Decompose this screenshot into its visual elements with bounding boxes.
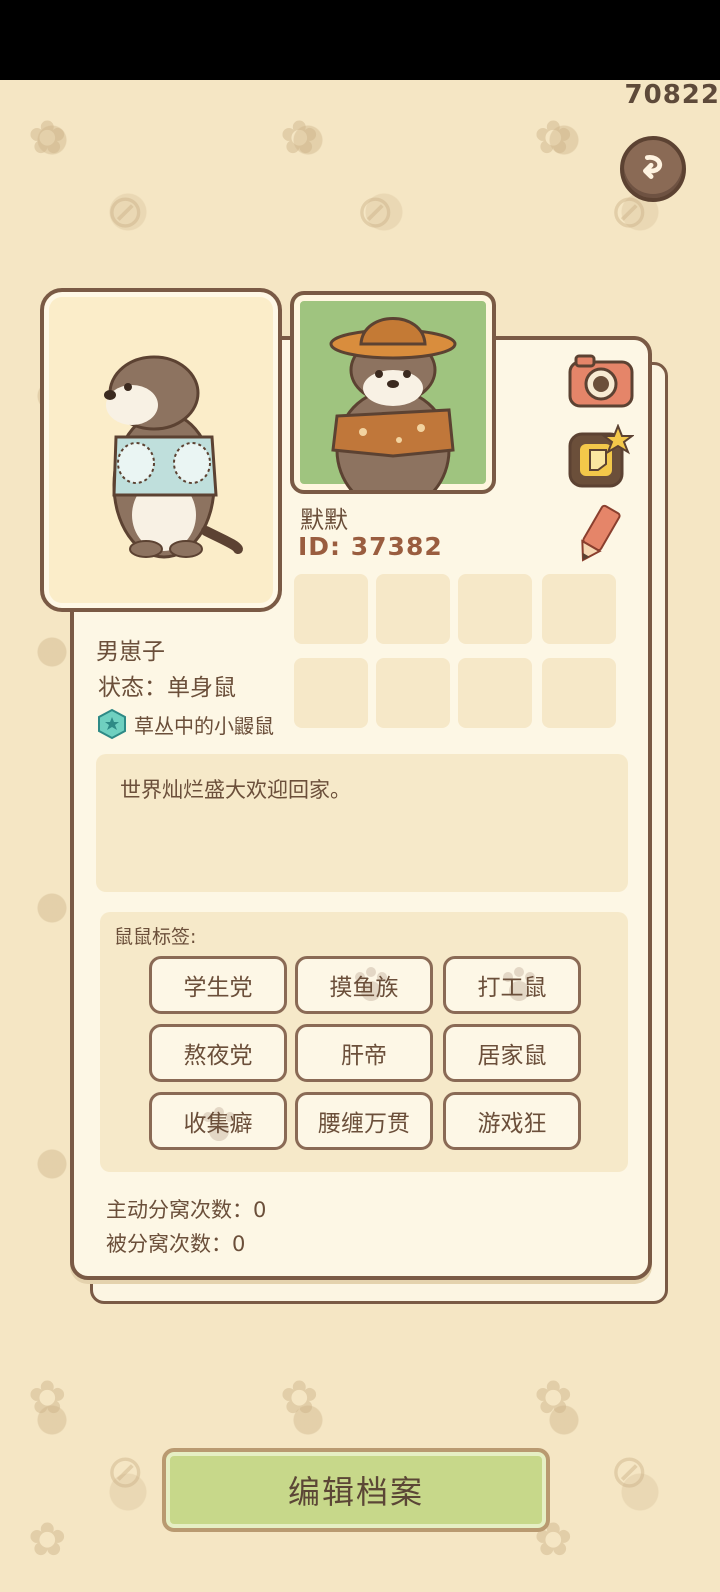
otter-avatar-icon xyxy=(104,355,243,559)
camera-button[interactable] xyxy=(566,350,636,410)
pencil-deco-icon: ⊘ xyxy=(610,1444,649,1498)
tags-title: 鼠鼠标签: xyxy=(114,926,197,948)
badge-slot[interactable] xyxy=(376,574,450,644)
tag-label: 收集癖 xyxy=(183,1111,253,1137)
signature-box: 世界灿烂盛大欢迎回家。 xyxy=(96,754,628,892)
gear-deco-icon: ✿ xyxy=(280,1370,319,1424)
pencil-deco-icon: ⊘ xyxy=(106,1444,145,1498)
otter-photo-icon xyxy=(329,317,457,490)
tag-button[interactable]: 肝帝 xyxy=(295,1024,433,1082)
tag-label: 居家鼠 xyxy=(477,1043,547,1069)
pencil-deco-icon: ⊘ xyxy=(356,184,395,238)
user-id: ID: 37382 xyxy=(298,532,443,561)
tag-button[interactable]: 打工鼠 xyxy=(443,956,581,1014)
tag-button[interactable]: 学生党 xyxy=(149,956,287,1014)
avatar xyxy=(40,288,282,612)
gear-deco-icon: ✿ xyxy=(280,110,319,164)
tag-button[interactable]: 熬夜党 xyxy=(149,1024,287,1082)
nickname: 默默 xyxy=(300,506,348,534)
title-badge: 草丛中的小鼹鼠 xyxy=(96,708,274,740)
tag-label: 肝帝 xyxy=(341,1043,387,1069)
badge-slot[interactable] xyxy=(542,658,616,728)
pencil-icon xyxy=(581,504,621,562)
sticker-icon xyxy=(568,423,635,488)
badge-slot[interactable] xyxy=(458,658,532,728)
relationship-status: 状态：单身鼠 xyxy=(98,675,236,701)
gear-deco-icon: ✿ xyxy=(28,110,67,164)
tag-label: 熬夜党 xyxy=(183,1043,253,1069)
profile-photo[interactable] xyxy=(290,291,496,494)
gender-label: 男崽子 xyxy=(96,639,165,665)
title-label: 草丛中的小鼹鼠 xyxy=(134,713,274,738)
sticker-button[interactable] xyxy=(566,423,635,490)
passive-split-count: 被分窝次数：0 xyxy=(106,1232,246,1256)
gear-deco-icon: ✿ xyxy=(534,110,573,164)
gem-icon xyxy=(98,708,126,740)
camera-icon xyxy=(568,354,634,408)
status-bar xyxy=(0,0,720,80)
score-counter: 70822 xyxy=(624,80,720,110)
badge-slot[interactable] xyxy=(458,574,532,644)
tag-button[interactable]: 居家鼠 xyxy=(443,1024,581,1082)
badge-slot[interactable] xyxy=(376,658,450,728)
badge-slot[interactable] xyxy=(542,574,616,644)
edit-profile-button[interactable]: 编辑档案 xyxy=(162,1448,550,1532)
tag-button[interactable]: 腰缠万贯 xyxy=(295,1092,433,1150)
edit-pencil-button[interactable] xyxy=(572,502,624,566)
back-button[interactable] xyxy=(620,136,686,202)
gear-deco-icon: ✿ xyxy=(534,1370,573,1424)
active-split-count: 主动分窝次数：0 xyxy=(106,1198,267,1222)
tag-button[interactable]: 游戏狂 xyxy=(443,1092,581,1150)
badge-slot[interactable] xyxy=(294,658,368,728)
tag-button[interactable]: 摸鱼族 xyxy=(295,956,433,1014)
gear-deco-icon: ✿ xyxy=(28,1512,67,1566)
signature-text: 世界灿烂盛大欢迎回家。 xyxy=(120,778,351,802)
tag-label: 腰缠万贯 xyxy=(318,1111,410,1137)
gear-deco-icon: ✿ xyxy=(28,1370,67,1424)
pencil-deco-icon: ⊘ xyxy=(106,184,145,238)
tag-label: 游戏狂 xyxy=(477,1111,547,1137)
tag-button[interactable]: 收集癖 xyxy=(149,1092,287,1150)
tag-label: 摸鱼族 xyxy=(329,975,399,1001)
back-icon xyxy=(643,155,663,179)
tag-label: 学生党 xyxy=(183,975,253,1001)
badge-slot[interactable] xyxy=(294,574,368,644)
tag-label: 打工鼠 xyxy=(477,975,547,1001)
